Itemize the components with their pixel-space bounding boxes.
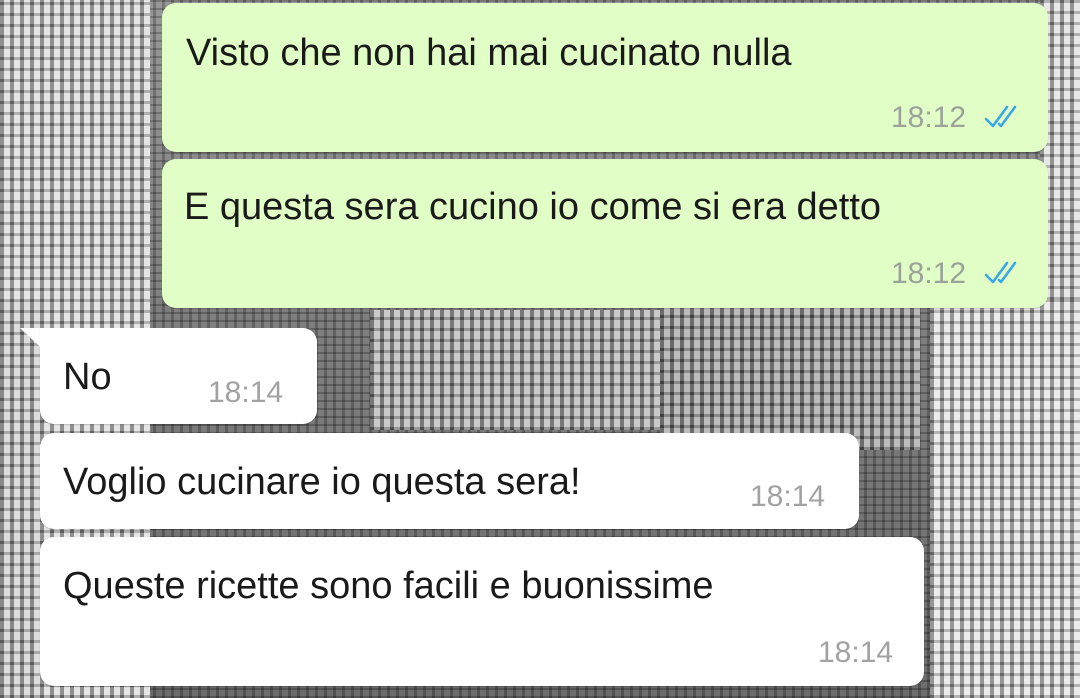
wallpaper-building bbox=[0, 300, 40, 698]
message-bubble-incoming[interactable]: Voglio cucinare io questa sera! 18:14 bbox=[40, 433, 859, 529]
message-text: Visto che non hai mai cucinato nulla bbox=[186, 32, 792, 74]
message-timestamp: 18:14 bbox=[208, 376, 284, 409]
wallpaper-building bbox=[370, 310, 670, 430]
message-bubble-outgoing[interactable]: Visto che non hai mai cucinato nulla 18:… bbox=[162, 3, 1048, 152]
read-double-check-icon bbox=[984, 105, 1017, 128]
message-timestamp: 18:14 bbox=[750, 480, 826, 513]
message-text: E questa sera cucino io come si era dett… bbox=[184, 186, 882, 228]
message-timestamp: 18:12 bbox=[891, 257, 967, 290]
message-bubble-incoming[interactable]: No 18:14 bbox=[40, 328, 317, 424]
message-text: No bbox=[63, 356, 112, 398]
read-double-check-icon bbox=[984, 261, 1017, 284]
message-bubble-incoming[interactable]: Queste ricette sono facili e buonissime … bbox=[40, 537, 924, 686]
wallpaper-building bbox=[930, 300, 1080, 698]
message-text: Voglio cucinare io questa sera! bbox=[63, 461, 581, 503]
message-bubble-outgoing[interactable]: E questa sera cucino io come si era dett… bbox=[162, 159, 1048, 308]
wallpaper-building bbox=[660, 300, 920, 450]
message-timestamp: 18:12 bbox=[891, 101, 967, 134]
message-text: Queste ricette sono facili e buonissime bbox=[63, 565, 714, 607]
message-timestamp: 18:14 bbox=[818, 636, 894, 669]
